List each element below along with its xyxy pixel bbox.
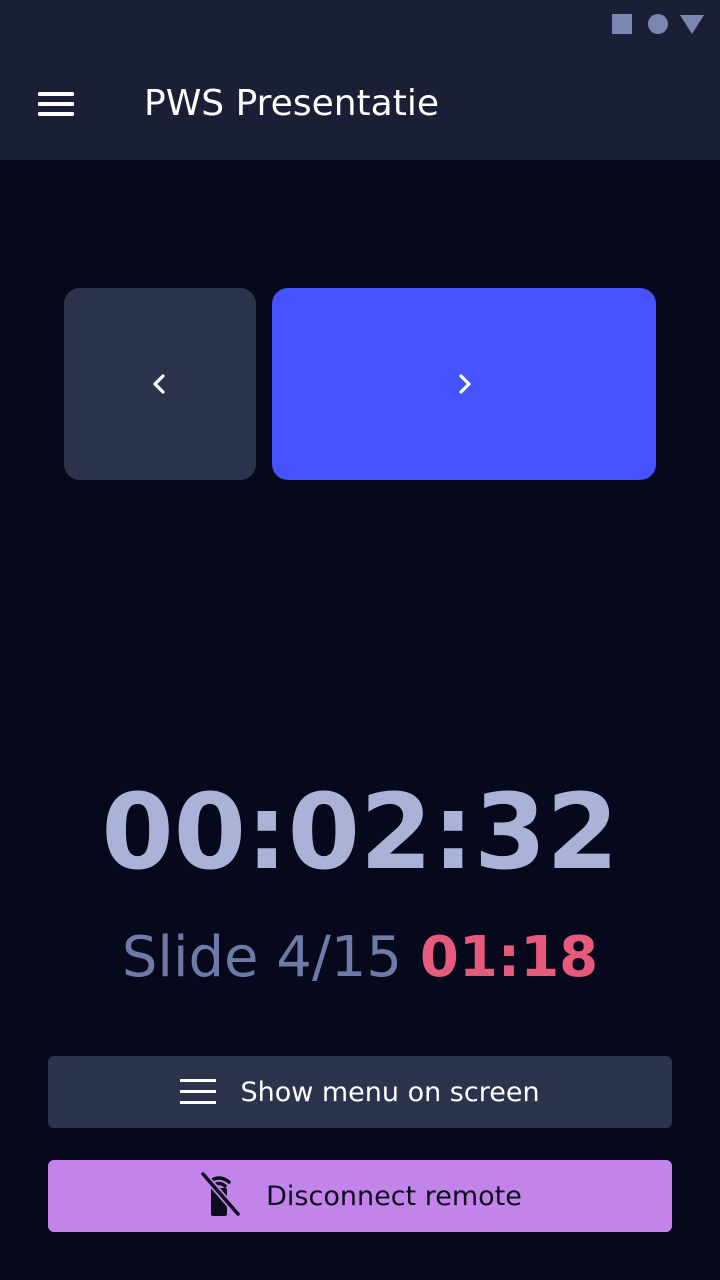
signal-triangle-icon — [680, 15, 704, 34]
page-title: PWS Presentatie — [144, 83, 439, 124]
circle-icon — [648, 14, 668, 34]
show-menu-on-screen-button[interactable]: Show menu on screen — [48, 1056, 672, 1128]
show-menu-label: Show menu on screen — [240, 1076, 540, 1108]
stop-square-icon — [612, 14, 632, 34]
app-bar: PWS Presentatie — [0, 48, 720, 160]
status-bar — [0, 0, 720, 48]
slide-info: Slide 4/15 01:18 — [0, 922, 720, 994]
remote-off-icon — [198, 1170, 242, 1222]
list-icon — [180, 1079, 217, 1105]
slide-timer: 01:18 — [419, 925, 599, 990]
chevron-right-icon — [459, 374, 471, 394]
chevron-left-icon — [153, 374, 165, 394]
slide-counter: Slide 4/15 — [121, 925, 403, 990]
hamburger-menu-icon[interactable] — [24, 80, 88, 128]
total-elapsed-timer: 00:02:32 — [101, 771, 619, 893]
previous-slide-button[interactable] — [64, 288, 256, 480]
disconnect-remote-button[interactable]: Disconnect remote — [48, 1160, 672, 1232]
disconnect-remote-label: Disconnect remote — [266, 1180, 522, 1212]
next-slide-button[interactable] — [272, 288, 656, 480]
